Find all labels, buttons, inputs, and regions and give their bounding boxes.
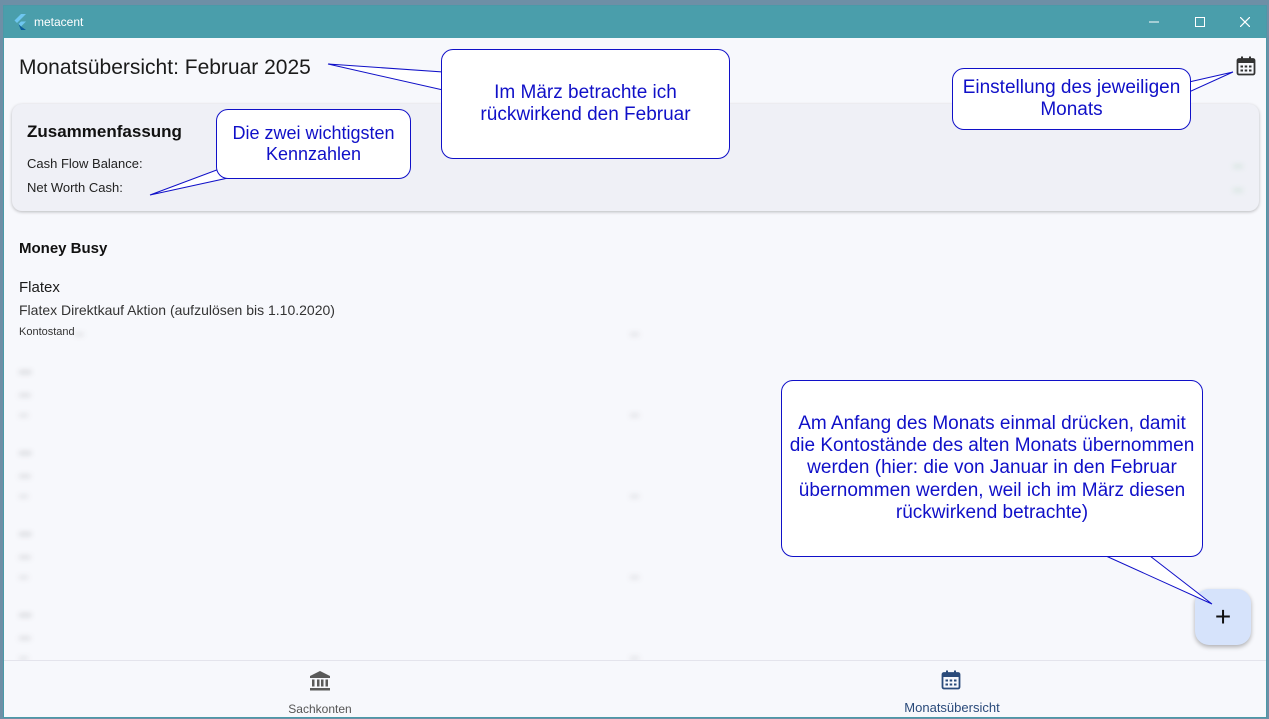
account-name: ... [19,360,32,377]
nav-label: Sachkonten [288,702,352,716]
minimize-button[interactable] [1131,6,1177,38]
callout-kpi-note: Die zwei wichtigsten Kennzahlen [216,109,411,179]
account-subtitle: ... [19,383,31,399]
account-balance: Kontostand... [19,326,84,338]
calendar-icon[interactable] [1236,56,1256,76]
account-name: ... [19,603,32,620]
summary-title: Zusammenfassung [27,122,182,141]
account-subtitle: ... [19,464,31,480]
net-worth-label: Net Worth Cash: [27,180,123,195]
callout-fab-note: Am Anfang des Monats einmal drücken, dam… [781,380,1203,557]
account-name: ... [19,522,32,539]
account-name: ... [19,441,32,458]
page-title: Monatsübersicht: Februar 2025 [19,56,311,79]
account-subtitle: ... [19,545,31,561]
minimize-icon [1149,21,1159,23]
callout-calendar-note: Einstellung des jeweiligen Monats [952,68,1191,130]
account-balance: ... [19,407,29,419]
account-budget: ... [630,407,640,419]
bank-icon [310,671,330,691]
nav-item-monatsuebersicht[interactable]: Monatsübersicht [636,661,1266,717]
bottom-navigation: Sachkonten Monatsübersicht [4,660,1266,717]
close-icon [1240,17,1250,27]
cash-flow-value: ... [1232,156,1243,170]
nav-label: Monatsübersicht [904,700,1000,715]
account-subtitle: ... [19,626,31,642]
net-worth-value: ... [1232,180,1243,194]
account-budget: ... [630,569,640,581]
maximize-icon [1195,17,1205,27]
account-name: Flatex [19,279,60,296]
account-balance: ... [19,488,29,500]
calendar-icon [941,670,961,690]
add-month-button[interactable]: + [1195,589,1251,645]
flutter-logo-icon [14,14,26,30]
account-budget: ... [630,326,640,338]
balance-value: ... [74,326,84,338]
title-bar: metacent [4,6,1266,38]
section-title: Money Busy [19,240,108,257]
account-budget: ... [630,488,640,500]
callout-month-note: Im März betrachte ich rückwirkend den Fe… [441,49,730,159]
account-subtitle: Flatex Direktkauf Aktion (aufzulösen bis… [19,302,335,318]
close-button[interactable] [1222,6,1266,38]
balance-label: Kontostand [19,326,75,338]
account-balance: ... [19,569,29,581]
plus-icon: + [1214,601,1232,632]
app-title: metacent [34,15,84,29]
nav-item-sachkonten[interactable]: Sachkonten [4,661,636,717]
cash-flow-label: Cash Flow Balance: [27,156,143,171]
maximize-button[interactable] [1177,6,1223,38]
